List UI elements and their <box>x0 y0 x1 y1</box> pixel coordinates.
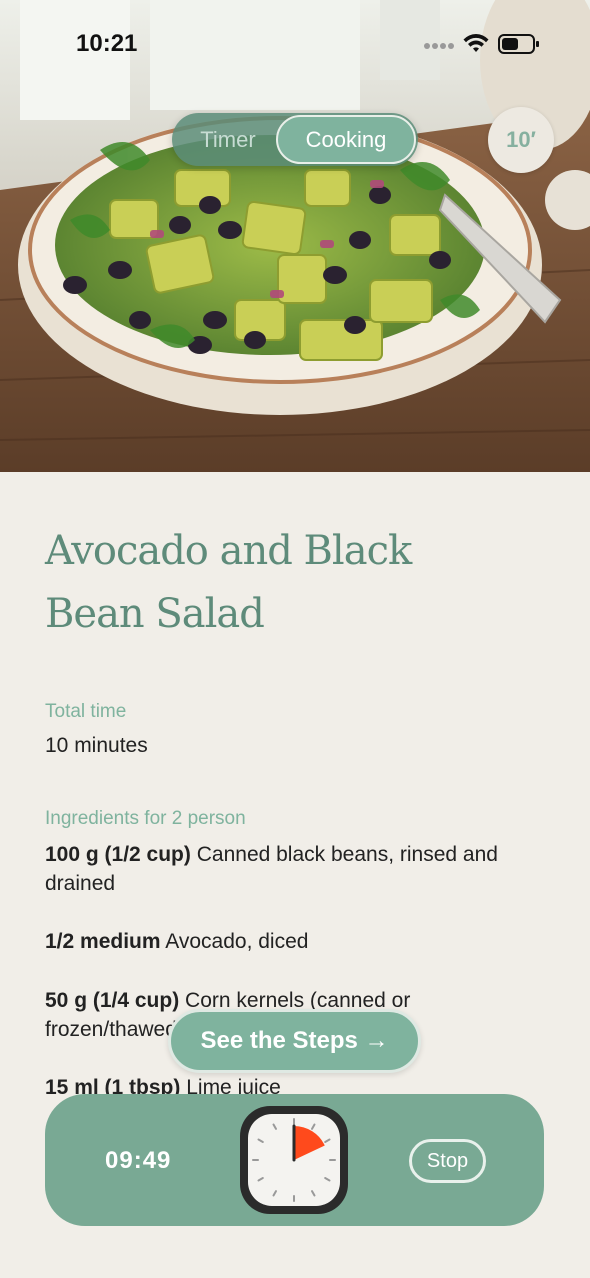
cellular-signal-icon <box>424 43 454 49</box>
recipe-title-line-1: Avocado and Black <box>45 528 412 574</box>
recipe-title-line-2: Bean Salad <box>45 591 265 637</box>
ingredient-name: Avocado, diced <box>165 930 309 953</box>
total-time-label: Total time <box>45 701 127 722</box>
duration-badge[interactable]: 10′ <box>488 107 554 173</box>
stop-button[interactable]: Stop <box>409 1139 486 1183</box>
ingredient-quantity: 1/2 medium <box>45 930 161 953</box>
tab-timer[interactable]: Timer <box>172 113 284 166</box>
total-time-value: 10 minutes <box>45 734 148 757</box>
mode-toggle: Timer Cooking <box>172 113 418 166</box>
timer-bar: 09:49 Stop <box>45 1094 544 1226</box>
see-steps-button[interactable]: See the Steps → <box>168 1009 421 1073</box>
battery-icon <box>498 34 539 54</box>
ingredient-item: 100 g (1/2 cup) Canned black beans, rins… <box>45 840 545 898</box>
countdown-time: 09:49 <box>105 1147 172 1174</box>
status-bar: 10:21 <box>0 0 590 90</box>
status-time: 10:21 <box>76 30 138 57</box>
ingredient-quantity: 100 g (1/2 cup) <box>45 843 191 866</box>
tab-cooking[interactable]: Cooking <box>276 115 416 164</box>
wifi-icon <box>463 34 489 52</box>
ingredients-label: Ingredients for 2 person <box>45 808 246 829</box>
ingredient-quantity: 50 g (1/4 cup) <box>45 989 180 1012</box>
ingredient-item: 1/2 medium Avocado, diced <box>45 927 545 956</box>
timer-clock-icon <box>240 1106 348 1214</box>
recipe-title: Avocado and Black Bean Salad <box>45 520 515 646</box>
